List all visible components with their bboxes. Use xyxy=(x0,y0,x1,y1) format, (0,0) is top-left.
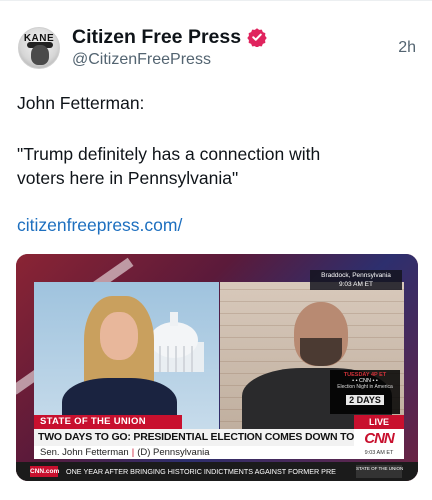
election-countdown-box: TUESDAY 4P ET • • CNN • • Election Night… xyxy=(330,370,400,414)
logo-time: 9:03 AM ET xyxy=(364,450,394,456)
host-video-panel xyxy=(34,282,219,434)
guest-beard xyxy=(300,338,342,366)
location-box: Braddock, Pennsylvania 9:03 AM ET xyxy=(310,270,402,290)
author-handle[interactable]: @CitizenFreePress xyxy=(72,51,211,69)
post-link[interactable]: citizenfreepress.com/ xyxy=(17,215,182,236)
media-video-thumbnail[interactable]: Braddock, Pennsylvania 9:03 AM ET TUESDA… xyxy=(16,254,418,481)
election-title: Election Night in America xyxy=(337,384,393,390)
guest-party: (D) Pennsylvania xyxy=(137,447,210,458)
host-face xyxy=(100,312,138,360)
guest-name: Sen. John Fetterman xyxy=(40,447,129,458)
ticker-logo: CNN.com xyxy=(30,466,60,477)
live-badge: LIVE xyxy=(354,415,404,429)
news-ticker: CNN.com ONE YEAR AFTER BRINGING HISTORIC… xyxy=(16,462,418,481)
cnn-logo-icon: CNN xyxy=(364,430,395,447)
top-divider xyxy=(0,0,432,1)
headline-chyron: TWO DAYS TO GO: PRESIDENTIAL ELECTION CO… xyxy=(34,429,354,446)
network-logo-box: CNN 9:03 AM ET xyxy=(354,429,404,459)
author-name[interactable]: Citizen Free Press xyxy=(72,26,241,49)
post-text-line: "Trump definitely has a connection with xyxy=(17,144,321,164)
verified-badge-icon xyxy=(247,28,267,47)
author-row: Citizen Free Press xyxy=(72,24,267,50)
post-text-line: John Fetterman: xyxy=(17,93,145,113)
guest-caption: Sen. John Fetterman | (D) Pennsylvania xyxy=(34,446,354,459)
avatar[interactable]: KANE xyxy=(18,27,60,69)
election-countdown: 2 DAYS xyxy=(346,395,384,405)
ticker-badge: STATE OF THE UNION xyxy=(356,465,403,478)
post-timestamp[interactable]: 2h xyxy=(398,39,416,57)
show-title-banner: STATE OF THE UNION xyxy=(34,415,182,429)
guest-separator: | xyxy=(131,447,135,458)
location-time: 9:03 AM ET xyxy=(339,281,373,288)
avatar-face xyxy=(31,45,49,65)
ticker-text: ONE YEAR AFTER BRINGING HISTORIC INDICTM… xyxy=(66,467,336,476)
post-text-line: voters here in Pennsylvania" xyxy=(17,168,239,188)
location-label: Braddock, Pennsylvania xyxy=(321,272,391,279)
